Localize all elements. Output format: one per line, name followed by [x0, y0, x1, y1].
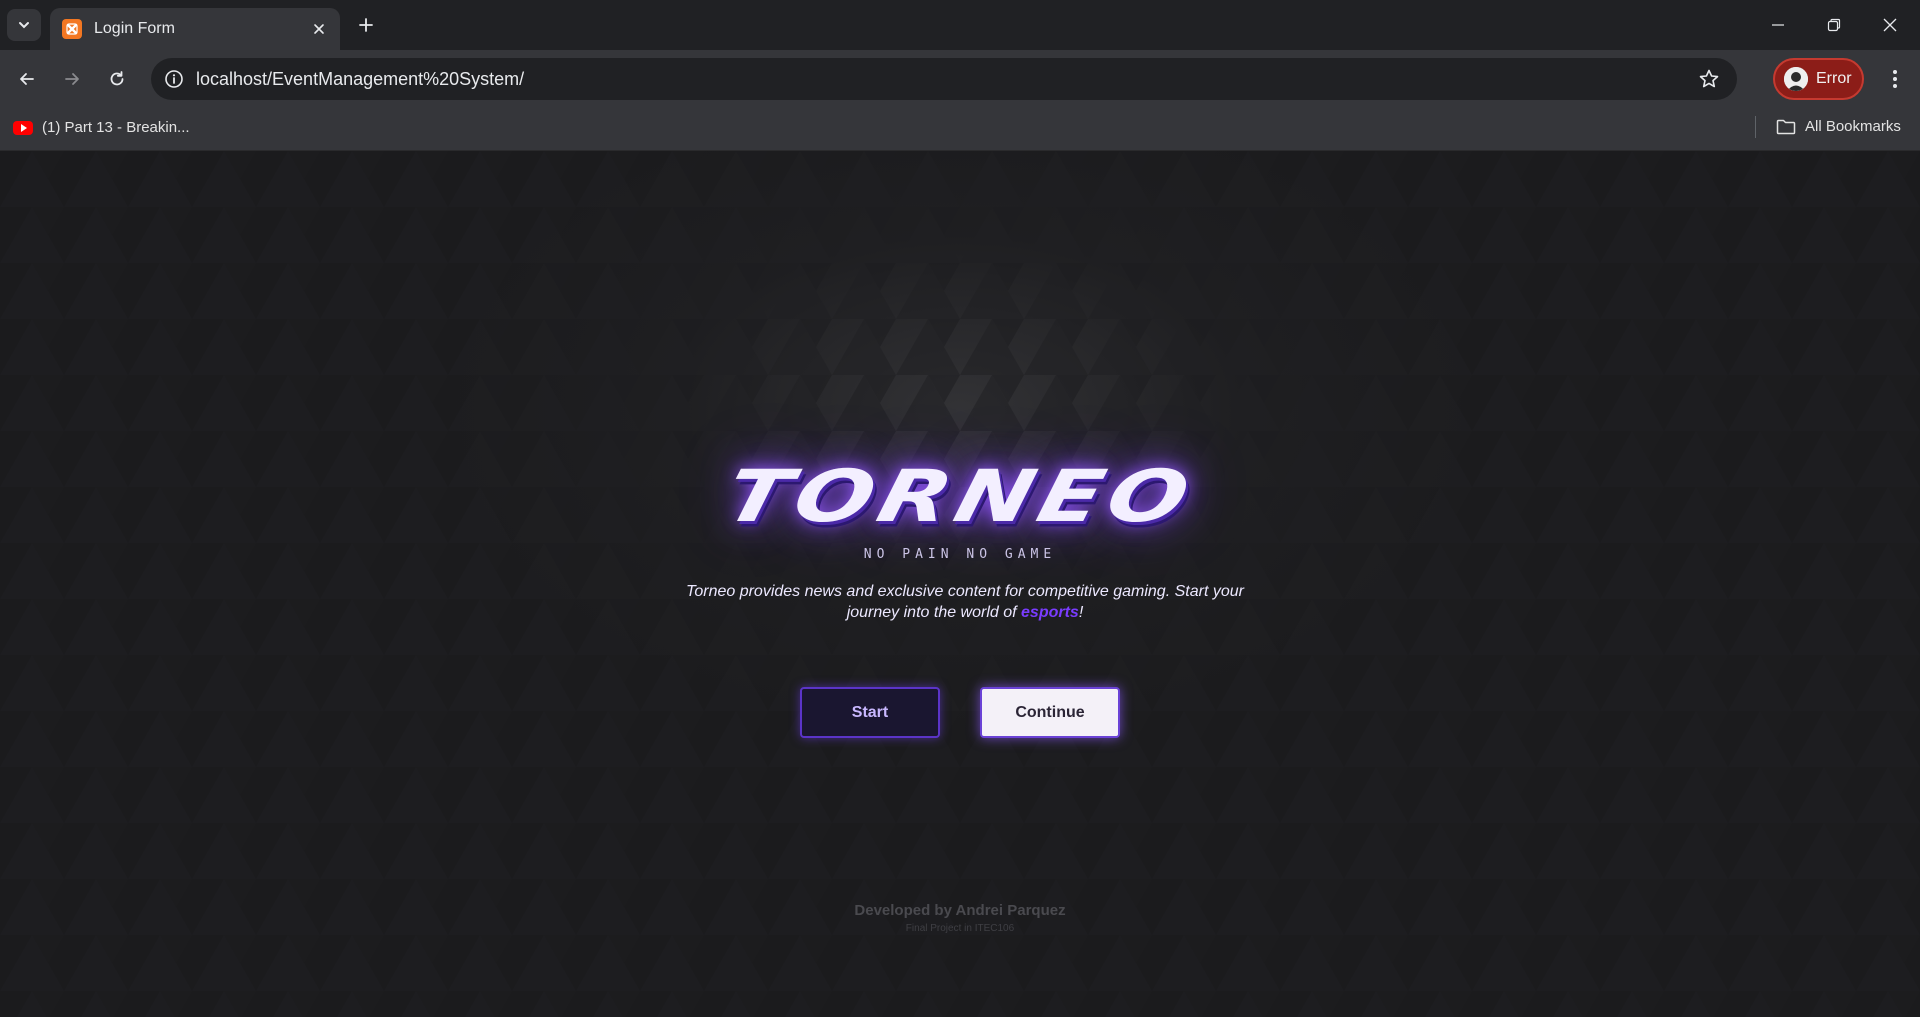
forward-button[interactable] — [57, 64, 87, 94]
close-window-button[interactable] — [1862, 0, 1918, 50]
youtube-icon — [13, 120, 33, 135]
restore-icon — [1827, 18, 1841, 32]
esports-highlight: esports — [1021, 604, 1079, 621]
logo-text: TORNEO — [716, 454, 1204, 538]
tab-close-button[interactable] — [308, 18, 330, 40]
minimize-icon — [1772, 24, 1784, 26]
star-icon — [1699, 69, 1719, 88]
reload-icon — [110, 71, 124, 86]
avatar — [1784, 67, 1808, 91]
description-text: Torneo provides news and exclusive conte… — [686, 583, 1244, 621]
arrow-right-icon — [65, 73, 79, 85]
bookmarks-bar: (1) Part 13 - Breakin... All Bookmarks — [0, 108, 1920, 151]
new-tab-button[interactable] — [352, 11, 380, 39]
start-button[interactable]: Start — [800, 687, 940, 738]
plus-icon — [359, 18, 373, 32]
bookmark-item[interactable]: (1) Part 13 - Breakin... — [13, 119, 190, 136]
bookmarks-divider — [1755, 116, 1756, 138]
project-subtitle: Final Project in ITEC106 — [905, 923, 1015, 934]
description: Torneo provides news and exclusive conte… — [680, 581, 1250, 623]
tab-search-button[interactable] — [7, 9, 41, 41]
developer-credit: Developed by Andrei Parquez — [854, 902, 1066, 919]
tab-title: Login Form — [94, 20, 175, 37]
chevron-down-icon — [19, 22, 29, 29]
all-bookmarks-button[interactable]: All Bookmarks — [1776, 118, 1901, 135]
browser-menu-button[interactable] — [1880, 64, 1910, 94]
tagline: NO PAIN NO GAME — [863, 547, 1057, 562]
more-vertical-icon — [1893, 70, 1897, 88]
close-icon — [314, 24, 324, 34]
minimize-button[interactable] — [1750, 0, 1806, 50]
profile-label: Error — [1816, 70, 1852, 87]
restore-button[interactable] — [1806, 0, 1862, 50]
address-bar[interactable]: localhost/EventManagement%20System/ — [151, 58, 1737, 100]
bookmark-star-button[interactable] — [1697, 67, 1721, 91]
torneo-logo: TORNEO — [600, 441, 1320, 551]
active-tab[interactable]: Login Form — [50, 8, 340, 50]
folder-icon — [1776, 119, 1796, 134]
reload-button[interactable] — [102, 64, 132, 94]
arrow-left-icon — [20, 73, 34, 85]
url-text: localhost/EventManagement%20System/ — [196, 68, 525, 89]
profile-error-button[interactable]: Error — [1773, 58, 1864, 100]
description-end: ! — [1078, 604, 1084, 621]
title-bar: Login Form — [0, 0, 1920, 50]
bookmark-label: (1) Part 13 - Breakin... — [42, 119, 190, 136]
close-icon — [1883, 18, 1897, 32]
all-bookmarks-label: All Bookmarks — [1805, 118, 1901, 135]
info-icon — [165, 70, 183, 88]
xampp-favicon-icon — [62, 19, 82, 39]
browser-toolbar: localhost/EventManagement%20System/ Erro… — [0, 50, 1920, 108]
back-button[interactable] — [12, 64, 42, 94]
site-info-button[interactable] — [154, 58, 194, 100]
page-content: TORNEO NO PAIN NO GAME Torneo provides n… — [0, 151, 1920, 1017]
continue-button[interactable]: Continue — [980, 687, 1120, 738]
